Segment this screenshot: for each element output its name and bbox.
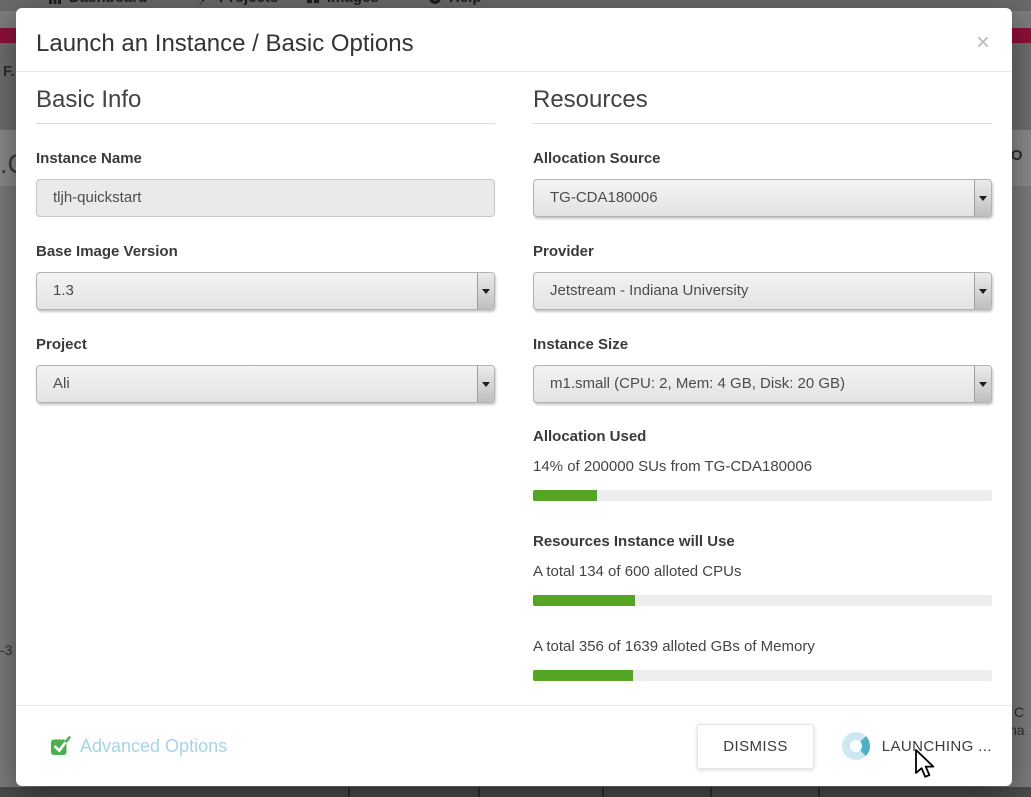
close-icon[interactable]: × (976, 32, 990, 54)
chevron-down-icon[interactable] (974, 273, 991, 309)
nav-item-label: Projects (219, 0, 278, 6)
nav-item-projects: Projects (198, 0, 278, 6)
basic-info-heading: Basic Info (36, 86, 495, 124)
chevron-down-icon[interactable] (974, 180, 991, 216)
pencil-icon (198, 0, 212, 5)
modal-body: Basic Info Instance Name tljh-quickstart… (16, 72, 1012, 681)
svg-text:?: ? (432, 0, 438, 3)
memory-usage-progressbar (533, 670, 992, 681)
project-label: Project (36, 336, 495, 354)
nav-item-dashboard: Dashboard (48, 0, 147, 6)
help-icon: ? (428, 0, 442, 5)
base-image-version-field: Base Image Version 1.3 (36, 243, 495, 310)
instance-name-label: Instance Name (36, 150, 495, 168)
advanced-options-link[interactable]: Advanced Options (50, 736, 227, 757)
base-image-version-select[interactable]: 1.3 (36, 272, 495, 310)
selected-value: Jetstream - Indiana University (550, 282, 748, 299)
allocation-source-select[interactable]: TG-CDA180006 (533, 179, 992, 217)
advanced-options-label: Advanced Options (80, 736, 227, 757)
memory-usage-text: A total 356 of 1639 alloted GBs of Memor… (533, 638, 992, 656)
base-image-version-label: Base Image Version (36, 243, 495, 261)
progress-fill (533, 670, 633, 681)
instance-name-field: Instance Name tljh-quickstart (36, 150, 495, 217)
nav-item-label: Help (449, 0, 482, 6)
spinner-icon (841, 731, 871, 761)
modal-footer: Advanced Options DISMISS LAUNCHING ... (16, 705, 1012, 786)
instance-size-select[interactable]: m1.small (CPU: 2, Mem: 4 GB, Disk: 20 GB… (533, 365, 992, 403)
background-text-fragment: F. (3, 63, 15, 80)
selected-value: Ali (53, 375, 70, 392)
mouse-cursor (912, 748, 938, 780)
allocation-used-label: Allocation Used (533, 428, 992, 446)
background-text-fragment: -3 (0, 642, 12, 658)
dismiss-button[interactable]: DISMISS (697, 724, 813, 769)
chevron-down-icon[interactable] (974, 366, 991, 402)
provider-field: Provider Jetstream - Indiana University (533, 243, 992, 310)
instance-name-input[interactable]: tljh-quickstart (36, 179, 495, 217)
allocation-used-progressbar (533, 490, 992, 501)
background-text-fragment: C (1014, 704, 1024, 720)
progress-fill (533, 490, 597, 501)
resources-column: Resources Allocation Source TG-CDA180006… (533, 86, 992, 681)
cpu-usage-progressbar (533, 595, 992, 606)
project-select[interactable]: Ali (36, 365, 495, 403)
resources-heading: Resources (533, 86, 992, 124)
allocation-source-field: Allocation Source TG-CDA180006 (533, 150, 992, 217)
chevron-down-icon[interactable] (477, 273, 494, 309)
launch-instance-modal: Launch an Instance / Basic Options × Bas… (16, 8, 1012, 786)
provider-select[interactable]: Jetstream - Indiana University (533, 272, 992, 310)
nav-item-label: Dashboard (69, 0, 147, 6)
allocation-source-label: Allocation Source (533, 150, 992, 168)
images-icon (306, 0, 320, 5)
instance-size-label: Instance Size (533, 336, 992, 354)
progress-fill (533, 595, 635, 606)
allocation-used-text: 14% of 200000 SUs from TG-CDA180006 (533, 458, 992, 476)
selected-value: TG-CDA180006 (550, 189, 658, 206)
project-field: Project Ali (36, 336, 495, 403)
instance-size-field: Instance Size m1.small (CPU: 2, Mem: 4 G… (533, 336, 992, 403)
basic-info-column: Basic Info Instance Name tljh-quickstart… (36, 86, 495, 681)
nav-item-images: Images (306, 0, 379, 6)
nav-item-label: Images (327, 0, 379, 6)
selected-value: m1.small (CPU: 2, Mem: 4 GB, Disk: 20 GB… (550, 375, 845, 392)
modal-header: Launch an Instance / Basic Options × (16, 8, 1012, 72)
nav-item-help: ? Help (428, 0, 482, 6)
instance-usage-label: Resources Instance will Use (533, 533, 992, 551)
chevron-down-icon[interactable] (477, 366, 494, 402)
selected-value: 1.3 (53, 282, 74, 299)
cpu-usage-text: A total 134 of 600 alloted CPUs (533, 563, 992, 581)
bar-chart-icon (48, 0, 62, 5)
background-table-strip (0, 787, 1031, 797)
checked-checkbox-icon (50, 736, 71, 756)
provider-label: Provider (533, 243, 992, 261)
modal-title: Launch an Instance / Basic Options (36, 30, 992, 58)
